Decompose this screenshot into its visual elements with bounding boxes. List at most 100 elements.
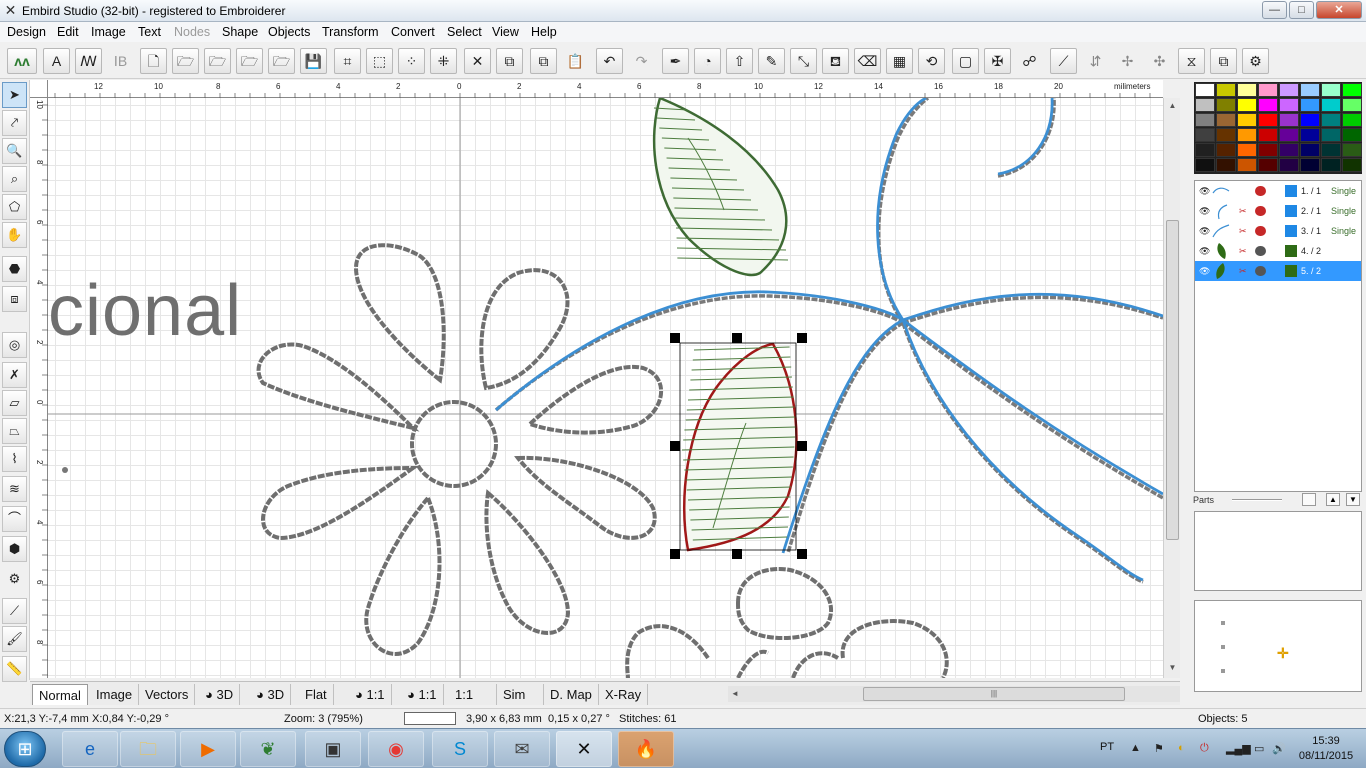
design-canvas[interactable]: cional: [48, 98, 1163, 678]
tab-3d-b[interactable]: ◕ 3D: [250, 684, 292, 705]
scroll-up-icon[interactable]: ▲: [1165, 98, 1180, 114]
tab-sim[interactable]: Sim: [497, 684, 544, 705]
scroll-left-icon[interactable]: ◄: [728, 686, 742, 702]
visibility-eye-icon[interactable]: 👁: [1199, 241, 1210, 261]
menu-convert[interactable]: Convert: [391, 25, 435, 39]
thread-icon[interactable]: ☍: [1016, 48, 1043, 74]
palette-swatch[interactable]: [1279, 158, 1299, 172]
palette-swatch[interactable]: [1237, 128, 1257, 142]
palette-swatch[interactable]: [1300, 143, 1320, 157]
knife-icon[interactable]: ⟋: [2, 598, 27, 624]
menu-transform[interactable]: Transform: [322, 25, 379, 39]
chrome-icon[interactable]: ◉: [368, 731, 424, 767]
palette-swatch[interactable]: [1258, 113, 1278, 127]
open-folder-icon[interactable]: 🗁: [172, 48, 199, 74]
redo-icon[interactable]: ↷: [628, 48, 655, 74]
hoop-icon[interactable]: ⧖: [1178, 48, 1205, 74]
palette-swatch[interactable]: [1321, 98, 1341, 112]
marquee-icon[interactable]: ⬚: [366, 48, 393, 74]
palette-swatch[interactable]: [1300, 128, 1320, 142]
select-frame-icon[interactable]: ⌗: [334, 48, 361, 74]
palette-swatch[interactable]: [1258, 98, 1278, 112]
zoom-1-1-icon[interactable]: ⌕: [2, 166, 27, 192]
save-icon[interactable]: 💾: [300, 48, 327, 74]
menu-help[interactable]: Help: [531, 25, 557, 39]
delete-icon[interactable]: ✕: [464, 48, 491, 74]
leaf-app-icon[interactable]: ❦: [240, 731, 296, 767]
palette-swatch[interactable]: [1321, 143, 1341, 157]
palette-swatch[interactable]: [1237, 143, 1257, 157]
object-row-2[interactable]: 👁 ✂ 2. / 1 Single: [1195, 201, 1361, 221]
paste-icon[interactable]: 📋: [562, 48, 589, 74]
palette-swatch[interactable]: [1342, 113, 1362, 127]
tab-d-map[interactable]: D. Map: [544, 684, 599, 705]
palette-swatch[interactable]: [1258, 128, 1278, 142]
visibility-eye-icon[interactable]: 👁: [1199, 221, 1210, 241]
eyedropper-icon[interactable]: ✎: [758, 48, 785, 74]
pen-node-icon[interactable]: ✒: [662, 48, 689, 74]
outline-icon[interactable]: ▢: [952, 48, 979, 74]
palette-swatch[interactable]: [1321, 128, 1341, 142]
palette-swatch[interactable]: [1300, 113, 1320, 127]
palette-swatch[interactable]: [1342, 98, 1362, 112]
palette-swatch[interactable]: [1279, 98, 1299, 112]
parts-down-icon[interactable]: ▼: [1346, 493, 1360, 506]
brush-icon[interactable]: 🖌: [2, 626, 27, 652]
palette-swatch[interactable]: [1279, 83, 1299, 97]
palette-swatch[interactable]: [1216, 143, 1236, 157]
convert-icon[interactable]: ⟲: [918, 48, 945, 74]
zigzag-icon[interactable]: ≋: [2, 476, 27, 502]
palette-swatch[interactable]: [1216, 128, 1236, 142]
settings-gear-icon[interactable]: ⚙: [1242, 48, 1269, 74]
lasso-icon[interactable]: ⌇: [2, 446, 27, 472]
palette-swatch[interactable]: [1342, 128, 1362, 142]
palette-swatch[interactable]: [1216, 98, 1236, 112]
shield-icon[interactable]: ◐: [1178, 742, 1185, 754]
palette-swatch[interactable]: [1195, 128, 1215, 142]
tab-1-1-b[interactable]: ◕ 1:1: [401, 684, 444, 705]
ruler-tool-icon[interactable]: 📏: [2, 656, 27, 682]
text-icon[interactable]: A: [43, 48, 70, 74]
palette-swatch[interactable]: [1258, 143, 1278, 157]
parts-toggle-button[interactable]: [1302, 493, 1316, 506]
curve-icon[interactable]: ⌒: [2, 506, 27, 532]
font-icon[interactable]: ⅠB: [107, 48, 134, 74]
undo-icon[interactable]: ↶: [596, 48, 623, 74]
tab-1-1-a[interactable]: ◕ 1:1: [349, 684, 392, 705]
minimize-button[interactable]: —: [1262, 1, 1287, 19]
vertical-scroll-thumb[interactable]: [1166, 220, 1179, 540]
cross-stitch-icon[interactable]: ✗: [2, 362, 27, 388]
object-row-1[interactable]: 👁 1. / 1 Single: [1195, 181, 1361, 201]
shape-up-icon[interactable]: ⇧: [726, 48, 753, 74]
object-row-3[interactable]: 👁 ✂ 3. / 1 Single: [1195, 221, 1361, 241]
skype-icon[interactable]: S: [432, 731, 488, 767]
palette-swatch[interactable]: [1195, 158, 1215, 172]
palette-swatch[interactable]: [1195, 83, 1215, 97]
palette-swatch[interactable]: [1258, 158, 1278, 172]
menu-design[interactable]: Design: [7, 25, 46, 39]
monogram-icon[interactable]: ꟿ: [75, 48, 102, 74]
fill-area-icon[interactable]: ⬣: [2, 256, 27, 282]
satin-icon[interactable]: ◎: [2, 332, 27, 358]
open-recent-icon[interactable]: 🗁: [236, 48, 263, 74]
palette-swatch[interactable]: [1216, 113, 1236, 127]
network-signal-icon[interactable]: ▂▄▆: [1226, 742, 1251, 755]
battery-icon[interactable]: ▭: [1254, 742, 1264, 755]
terminal-app-icon[interactable]: ▣: [305, 731, 361, 767]
palette-swatch[interactable]: [1237, 113, 1257, 127]
pan-hand-icon[interactable]: ✋: [2, 222, 27, 248]
palette-swatch[interactable]: [1300, 158, 1320, 172]
menu-shape[interactable]: Shape: [222, 25, 258, 39]
open-image-icon[interactable]: 🗁: [268, 48, 295, 74]
tab-flat[interactable]: Flat: [299, 684, 334, 705]
stitch-mode-icon[interactable]: ʌʌ: [7, 48, 37, 74]
palette-swatch[interactable]: [1195, 143, 1215, 157]
menu-nodes[interactable]: Nodes: [174, 25, 210, 39]
close-button[interactable]: ✕: [1316, 1, 1362, 19]
fill-icon[interactable]: ⛾: [822, 48, 849, 74]
internet-explorer-icon[interactable]: e: [62, 731, 118, 767]
visibility-eye-icon[interactable]: 👁: [1199, 201, 1210, 221]
file-explorer-icon[interactable]: 🗀: [120, 731, 176, 767]
palette-swatch[interactable]: [1279, 143, 1299, 157]
gear-tool-icon[interactable]: ⚙: [2, 566, 27, 592]
